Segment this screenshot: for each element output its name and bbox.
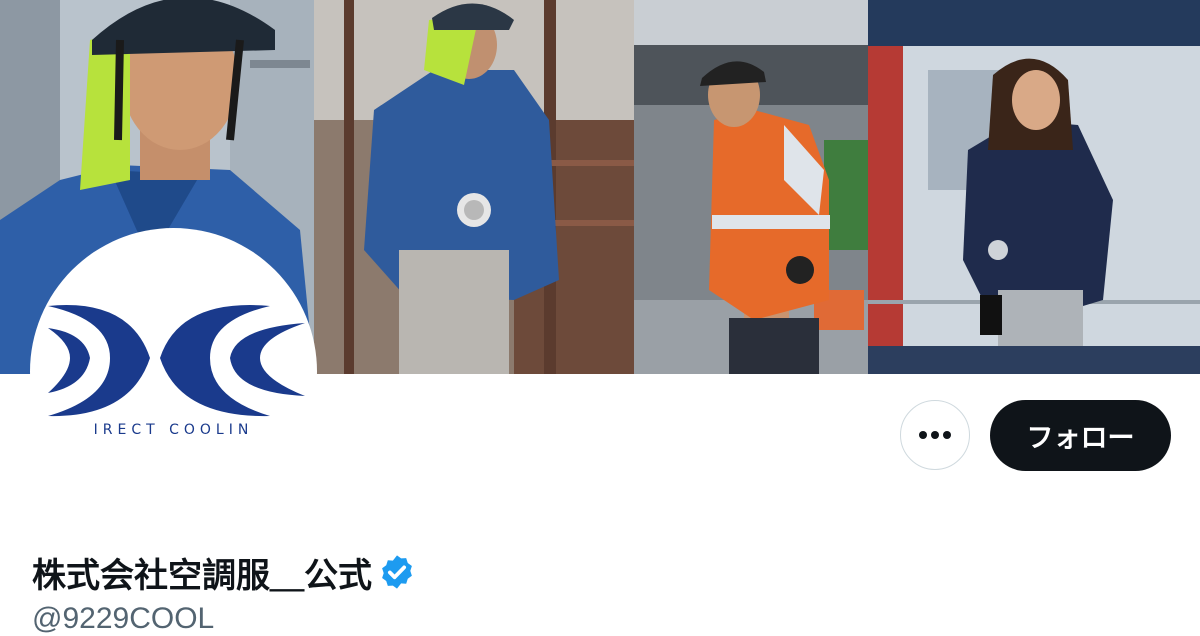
company-logo [48,305,305,417]
verified-badge-icon[interactable] [378,553,416,591]
profile-handle: @9229COOL [32,602,215,635]
profile-name-row: 株式会社空調服＿公式 [32,548,416,596]
profile-avatar[interactable]: IRECT COOLIN [30,228,317,515]
banner-photo-4 [868,0,1200,374]
banner-photo-3 [634,0,868,374]
banner-photo-2 [314,0,634,374]
more-horizontal-icon [919,431,951,439]
logo-wordmark: IRECT COOLIN [93,422,254,438]
display-name: 株式会社空調服＿公式 [32,555,372,596]
more-options-button[interactable] [900,400,970,470]
follow-button[interactable]: フォロー [990,400,1171,471]
